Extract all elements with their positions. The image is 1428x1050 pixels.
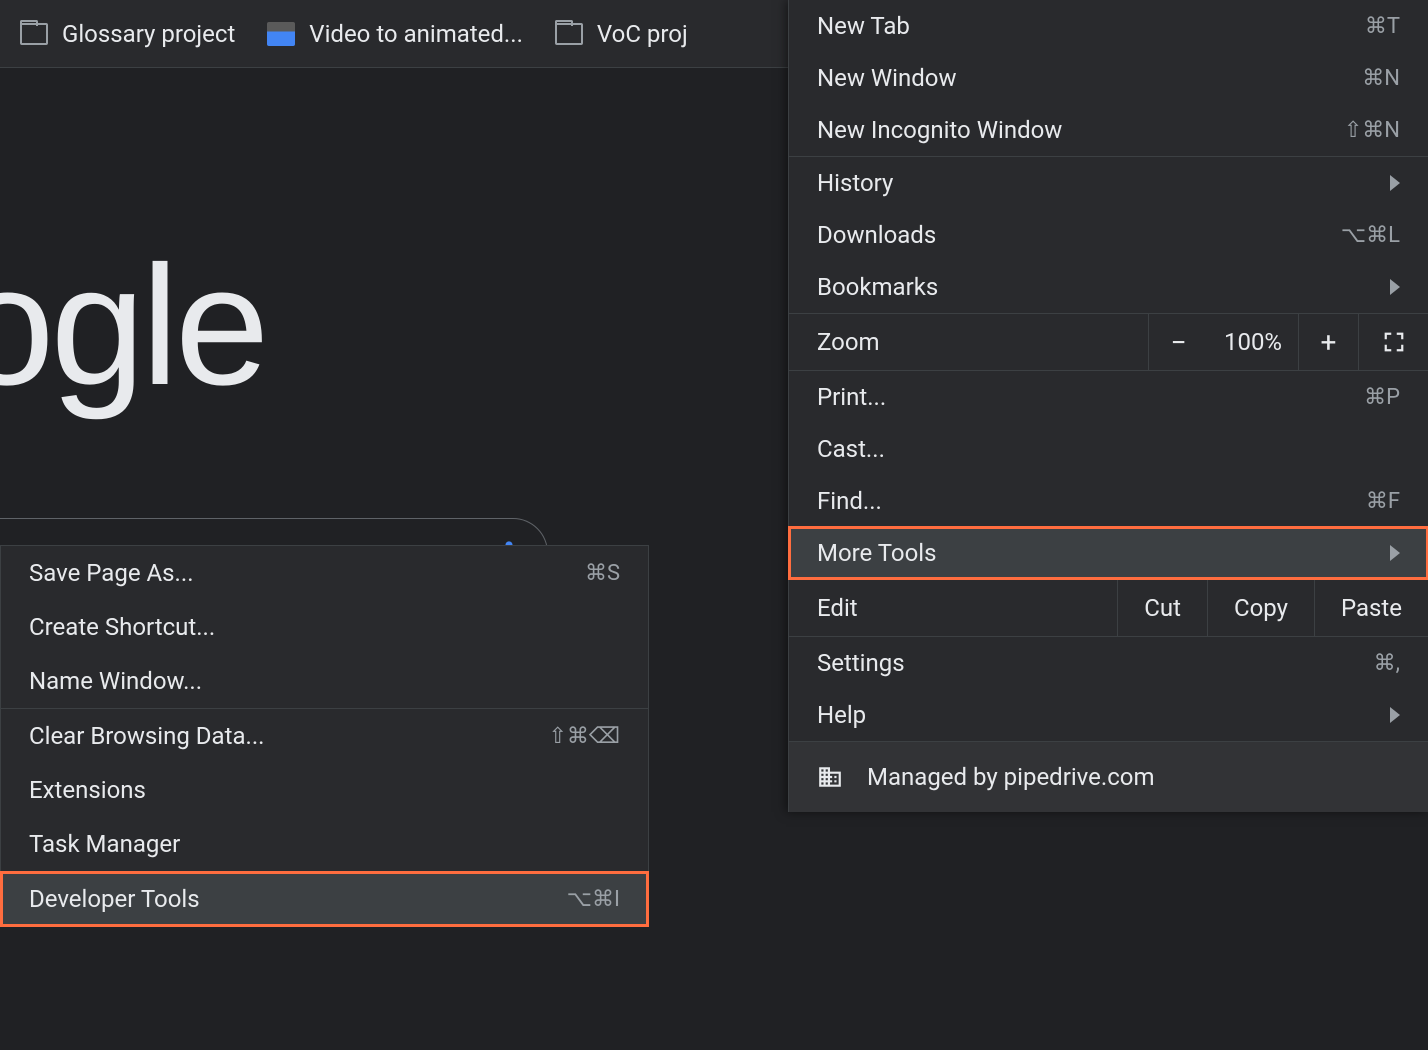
zoom-out-button[interactable]: −	[1148, 314, 1208, 370]
menu-help[interactable]: Help	[789, 689, 1428, 741]
menu-shortcut: ⇧⌘⌫	[548, 724, 620, 749]
menu-label: Downloads	[817, 221, 936, 249]
chevron-right-icon	[1390, 545, 1400, 561]
menu-shortcut: ⌘F	[1366, 489, 1400, 514]
fullscreen-button[interactable]	[1358, 314, 1428, 370]
menu-label: Name Window...	[29, 667, 202, 695]
bookmark-video[interactable]: Video to animated...	[267, 20, 523, 48]
menu-shortcut: ⌘S	[585, 561, 620, 586]
submenu-task-manager[interactable]: Task Manager	[1, 817, 648, 871]
cut-button[interactable]: Cut	[1117, 580, 1207, 636]
menu-label: History	[817, 169, 893, 197]
submenu-name-window[interactable]: Name Window...	[1, 654, 648, 708]
menu-label: Extensions	[29, 776, 146, 804]
menu-shortcut: ⇧⌘N	[1344, 118, 1400, 143]
bookmark-label: Glossary project	[62, 20, 235, 48]
menu-label: New Window	[817, 64, 956, 92]
zoom-label: Zoom	[789, 328, 1148, 356]
menu-label: Developer Tools	[29, 885, 200, 913]
menu-more-tools[interactable]: More Tools	[789, 527, 1428, 579]
menu-label: More Tools	[817, 539, 937, 567]
menu-settings[interactable]: Settings ⌘,	[789, 637, 1428, 689]
menu-label: Bookmarks	[817, 273, 938, 301]
menu-downloads[interactable]: Downloads ⌥⌘L	[789, 209, 1428, 261]
menu-new-window[interactable]: New Window ⌘N	[789, 52, 1428, 104]
submenu-extensions[interactable]: Extensions	[1, 763, 648, 817]
menu-new-incognito[interactable]: New Incognito Window ⇧⌘N	[789, 104, 1428, 156]
submenu-clear-browsing[interactable]: Clear Browsing Data... ⇧⌘⌫	[1, 709, 648, 763]
folder-icon	[555, 23, 583, 45]
gif-icon	[267, 22, 295, 46]
submenu-save-page[interactable]: Save Page As... ⌘S	[1, 546, 648, 600]
menu-label: Create Shortcut...	[29, 613, 215, 641]
menu-label: Save Page As...	[29, 559, 194, 587]
menu-bookmarks[interactable]: Bookmarks	[789, 261, 1428, 313]
menu-label: Help	[817, 701, 866, 729]
menu-label: Find...	[817, 487, 882, 515]
menu-cast[interactable]: Cast...	[789, 423, 1428, 475]
zoom-controls: − 100% +	[1148, 314, 1428, 370]
chevron-right-icon	[1390, 175, 1400, 191]
chevron-right-icon	[1390, 279, 1400, 295]
menu-label: New Incognito Window	[817, 116, 1062, 144]
menu-shortcut: ⌘N	[1362, 66, 1400, 91]
menu-label: Print...	[817, 383, 886, 411]
menu-edit-row: Edit Cut Copy Paste	[789, 579, 1428, 637]
submenu-create-shortcut[interactable]: Create Shortcut...	[1, 600, 648, 654]
menu-shortcut: ⌥⌘I	[567, 887, 620, 912]
bookmark-label: Video to animated...	[309, 20, 523, 48]
menu-managed-by[interactable]: Managed by pipedrive.com	[789, 742, 1428, 812]
edit-label: Edit	[789, 594, 1117, 622]
chevron-right-icon	[1390, 707, 1400, 723]
folder-icon	[20, 23, 48, 45]
menu-print[interactable]: Print... ⌘P	[789, 371, 1428, 423]
more-tools-submenu: Save Page As... ⌘S Create Shortcut... Na…	[0, 545, 649, 927]
managed-label: Managed by pipedrive.com	[867, 763, 1155, 791]
menu-label: Settings	[817, 649, 905, 677]
copy-button[interactable]: Copy	[1207, 580, 1314, 636]
menu-label: Task Manager	[29, 830, 180, 858]
bookmark-glossary[interactable]: Glossary project	[20, 20, 235, 48]
paste-button[interactable]: Paste	[1314, 580, 1428, 636]
menu-label: New Tab	[817, 12, 910, 40]
menu-history[interactable]: History	[789, 157, 1428, 209]
menu-shortcut: ⌥⌘L	[1341, 223, 1400, 248]
fullscreen-icon	[1383, 331, 1405, 353]
menu-shortcut: ⌘P	[1364, 385, 1400, 410]
menu-label: Clear Browsing Data...	[29, 722, 265, 750]
google-logo: ogle	[0, 228, 265, 424]
bookmark-label: VoC proj	[597, 20, 688, 48]
submenu-developer-tools[interactable]: Developer Tools ⌥⌘I	[1, 872, 648, 926]
menu-find[interactable]: Find... ⌘F	[789, 475, 1428, 527]
building-icon	[817, 764, 843, 790]
bookmark-voc[interactable]: VoC proj	[555, 20, 688, 48]
zoom-value: 100%	[1208, 328, 1298, 356]
menu-shortcut: ⌘T	[1365, 14, 1400, 39]
menu-new-tab[interactable]: New Tab ⌘T	[789, 0, 1428, 52]
menu-shortcut: ⌘,	[1374, 651, 1400, 676]
menu-zoom-row: Zoom − 100% +	[789, 313, 1428, 371]
menu-label: Cast...	[817, 435, 885, 463]
zoom-in-button[interactable]: +	[1298, 314, 1358, 370]
chrome-main-menu: New Tab ⌘T New Window ⌘N New Incognito W…	[788, 0, 1428, 812]
